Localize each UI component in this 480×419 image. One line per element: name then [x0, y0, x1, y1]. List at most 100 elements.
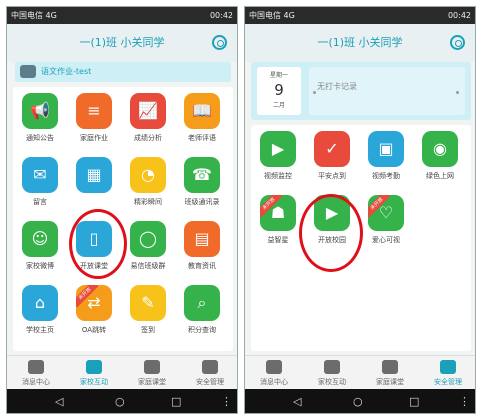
app-label: 签到 [141, 326, 155, 334]
icon-glyph: ✎ [141, 293, 155, 312]
app-label: 精彩瞬间 [134, 198, 162, 206]
app-label: 视频监控 [264, 172, 292, 180]
gear-icon[interactable] [212, 35, 227, 50]
points-search-icon: ⌕ [184, 285, 220, 321]
tab-label: 安全管理 [196, 378, 224, 386]
icon-glyph: ▣ [378, 139, 394, 158]
envelope-icon: ✉ [22, 157, 58, 193]
icon-glyph: ◉ [433, 139, 447, 158]
app-tile[interactable]: ⇄ 未开放 OA跳转 [69, 285, 119, 343]
class-student-title: 一(1)班 小关同学 [317, 36, 403, 49]
app-tile[interactable]: 📢 通知公告 [15, 93, 65, 151]
app-tile[interactable]: ◉ 绿色上网 [415, 131, 465, 189]
icon-glyph: 📢 [30, 101, 50, 120]
gear-icon[interactable] [450, 35, 465, 50]
tab-icon [382, 360, 398, 374]
homework-banner[interactable]: 语文作业-test [15, 62, 231, 82]
tab-item[interactable]: 安全管理 [181, 356, 237, 390]
month-label: 二月 [272, 102, 285, 109]
app-label: 家庭作业 [80, 134, 108, 142]
app-tile[interactable]: ✎ 签到 [123, 285, 173, 343]
green-internet-icon: ◉ [422, 131, 458, 167]
app-tile[interactable]: ▶ 视频监控 [253, 131, 303, 189]
app-label: 教育资讯 [188, 262, 216, 270]
tab-label: 消息中心 [22, 378, 50, 386]
moment-icon: ◔ [130, 157, 166, 193]
android-nav-bar: ◁ ○ □ ⋮ [7, 389, 237, 413]
tab-item[interactable]: 家校互动 [303, 356, 361, 390]
recent-apps-icon[interactable]: □ [409, 396, 419, 408]
app-tile[interactable]: 📖 老师评语 [177, 93, 227, 151]
group-chat-icon: ◯ [130, 221, 166, 257]
app-tile[interactable]: ▣ 视频考勤 [361, 131, 411, 189]
home-icon[interactable]: ○ [115, 396, 125, 408]
class-student-title: 一(1)班 小关同学 [79, 36, 165, 49]
app-label: 老师评语 [188, 134, 216, 142]
tab-icon [202, 360, 218, 374]
app-tile[interactable]: ☎ 班级通讯录 [177, 157, 227, 215]
app-tile[interactable]: ▦ [69, 157, 119, 215]
tab-item[interactable]: 消息中心 [245, 356, 303, 390]
tab-icon [144, 360, 160, 374]
icon-glyph: 📖 [192, 101, 212, 120]
no-record-text: 无打卡记录 [317, 82, 357, 91]
icon-glyph: ◯ [139, 229, 157, 248]
tab-item[interactable]: 消息中心 [7, 356, 65, 390]
app-tile[interactable]: ⌂ 学校主页 [15, 285, 65, 343]
tab-item[interactable]: 家庭课堂 [123, 356, 181, 390]
home-icon[interactable]: ○ [353, 396, 363, 408]
app-label: 学校主页 [26, 326, 54, 334]
tab-item[interactable]: 安全管理 [419, 356, 475, 390]
puzzle-star-icon: ☗ 未开放 [260, 195, 296, 231]
contacts-icon: ☎ [184, 157, 220, 193]
tab-item[interactable]: 家校互动 [65, 356, 123, 390]
recent-apps-icon[interactable]: □ [171, 396, 181, 408]
app-grid: 📢 通知公告 ≡ 家庭作业 📈 成绩分析 📖 老师评语 ✉ 留言 ▦ ◔ 精彩瞬间 ☎ 班级通讯录 ☺ 家校微博… [13, 87, 233, 351]
app-tile[interactable]: ♡ 未开放 爱心可视 [361, 195, 411, 253]
icon-glyph: ≡ [87, 101, 101, 120]
app-label: 班级通讯录 [184, 198, 220, 206]
back-icon[interactable]: ◁ [55, 396, 63, 408]
tab-icon [86, 360, 102, 374]
app-label: 通知公告 [26, 134, 54, 142]
timeline-dot [313, 91, 316, 94]
carrier-text: 中国电信 4G [11, 11, 57, 20]
menu-icon[interactable]: ⋮ [221, 396, 232, 408]
menu-icon[interactable]: ⋮ [459, 396, 470, 408]
book-icon: 📖 [184, 93, 220, 129]
left-phone-screen: 中国电信 4G 00:42 一(1)班 小关同学 语文作业-test 📢 通知公告… [6, 6, 238, 414]
page-title: 一(1)班 小关同学 [245, 24, 475, 62]
tab-icon [440, 360, 456, 374]
tab-label: 家庭课堂 [376, 378, 404, 386]
day-label: 9 [274, 81, 284, 99]
icon-glyph: ✓ [325, 139, 339, 158]
page-title: 一(1)班 小关同学 [7, 24, 237, 62]
app-tile[interactable]: ◯ 易信班级群 [123, 221, 173, 279]
app-tile[interactable]: 📈 成绩分析 [123, 93, 173, 151]
app-tile[interactable]: ☗ 未开放 益智星 [253, 195, 303, 253]
icon-glyph: ▦ [86, 165, 102, 184]
back-icon[interactable]: ◁ [293, 396, 301, 408]
tab-item[interactable]: 家庭课堂 [361, 356, 419, 390]
chart-icon: 📈 [130, 93, 166, 129]
app-tile[interactable]: ≡ 家庭作业 [69, 93, 119, 151]
clock-text: 00:42 [447, 11, 471, 20]
attendance-record[interactable]: 无打卡记录 [309, 67, 465, 115]
status-bar: 中国电信 4G 00:42 [245, 7, 475, 24]
app-tile[interactable]: ⌕ 积分查询 [177, 285, 227, 343]
app-tile[interactable]: ▤ 教育资讯 [177, 221, 227, 279]
bottom-tab-bar: 消息中心 家校互动 家庭课堂 安全管理 [7, 355, 237, 389]
app-tile[interactable]: ✉ 留言 [15, 157, 65, 215]
icon-glyph: ⌂ [34, 293, 46, 312]
app-label: OA跳转 [81, 326, 107, 334]
app-tile[interactable]: ☺ 家校微博 [15, 221, 65, 279]
icon-glyph: ⌕ [197, 293, 207, 312]
app-tile[interactable]: ✓ 平安点到 [307, 131, 357, 189]
app-label: 留言 [33, 198, 47, 206]
school-icon: ⌂ [22, 285, 58, 321]
app-tile[interactable]: ◔ 精彩瞬间 [123, 157, 173, 215]
app-grid-panel: 📢 通知公告 ≡ 家庭作业 📈 成绩分析 📖 老师评语 ✉ 留言 ▦ ◔ 精彩瞬间 ☎ 班级通讯录 ☺ 家校微博… [13, 87, 233, 351]
date-box: 星期一 9 二月 [257, 67, 301, 115]
icon-glyph: ▶ [271, 139, 285, 158]
app-label: 家校微博 [26, 262, 54, 270]
